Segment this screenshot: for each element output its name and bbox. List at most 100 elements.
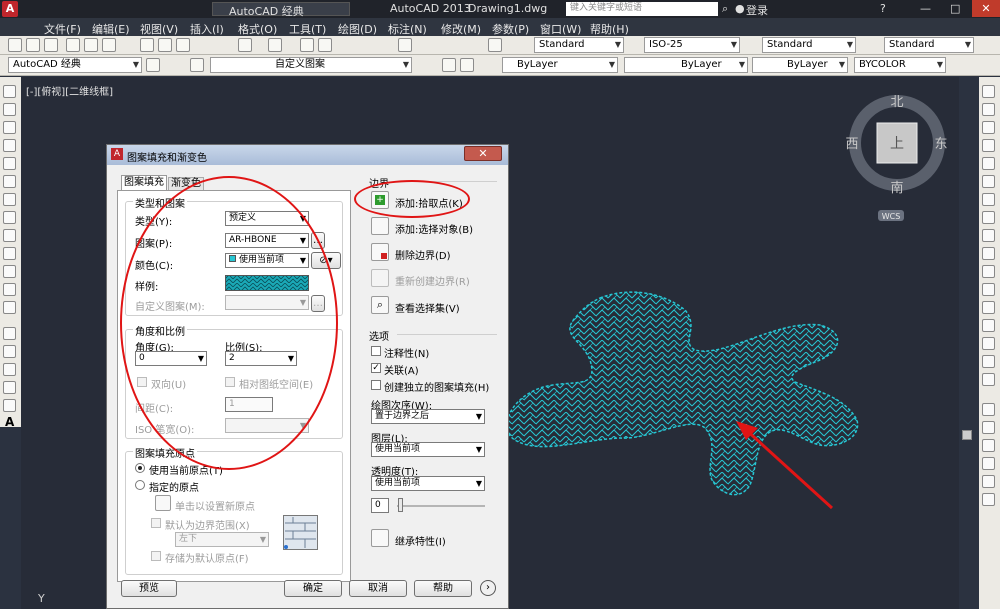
open-icon[interactable] (26, 38, 40, 52)
tab-hatch[interactable]: 图案填充 (121, 175, 167, 191)
menu-parametric[interactable]: 参数(P) (492, 21, 529, 37)
menu-modify[interactable]: 修改(M) (441, 21, 481, 37)
array-icon[interactable] (982, 157, 995, 170)
click-set-origin-icon[interactable] (155, 495, 171, 511)
make-block-icon[interactable] (3, 301, 16, 314)
plot-icon[interactable] (66, 38, 80, 52)
annotative-checkbox[interactable] (371, 346, 381, 356)
transparency-number[interactable]: 0 (371, 498, 389, 513)
blend-icon[interactable] (982, 355, 995, 368)
workspace-settings-icon[interactable] (146, 58, 160, 72)
polyline-icon[interactable] (3, 121, 16, 134)
separate-hatches-checkbox[interactable] (371, 380, 381, 390)
redo-icon[interactable] (268, 38, 282, 52)
fillet-icon[interactable] (982, 337, 995, 350)
previous-layer-icon[interactable] (460, 58, 474, 72)
dialog-title-bar[interactable]: A 图案填充和渐变色 ✕ (107, 145, 508, 165)
inherit-properties-label[interactable]: 继承特性(I) (395, 533, 446, 548)
ellipse-icon[interactable] (3, 247, 16, 260)
mtext-icon[interactable]: A (5, 415, 14, 429)
spline-icon[interactable] (3, 229, 16, 242)
polygon-icon[interactable] (3, 139, 16, 152)
transparency-select[interactable]: 使用当前项 ▼ (371, 476, 485, 491)
draworder-above-icon[interactable] (982, 439, 995, 452)
hatched-shape[interactable] (500, 280, 880, 510)
text-style-combo[interactable]: Standard ▼ (534, 37, 624, 53)
gradient-icon[interactable] (3, 363, 16, 376)
menu-format[interactable]: 格式(O) (238, 21, 277, 37)
insert-block-icon[interactable] (3, 283, 16, 296)
remove-boundary-icon[interactable] (371, 243, 389, 261)
copy-object-icon[interactable] (982, 103, 995, 116)
remove-boundary-label[interactable]: 删除边界(D) (395, 247, 451, 262)
erase-icon[interactable] (982, 85, 995, 98)
hatch-region[interactable] (506, 291, 859, 496)
more-options-icon[interactable]: › (480, 580, 496, 596)
arc-icon[interactable] (3, 175, 16, 188)
add-select-objects-icon[interactable] (371, 217, 389, 235)
table-icon[interactable] (3, 399, 16, 412)
minimize-button[interactable]: — (920, 2, 931, 15)
view-selection-icon[interactable]: ⌕ (371, 296, 389, 314)
construction-line-icon[interactable] (3, 103, 16, 116)
circle-icon[interactable] (3, 193, 16, 206)
menu-view[interactable]: 视图(V) (140, 21, 178, 37)
preview-icon[interactable] (84, 38, 98, 52)
close-button[interactable]: ✕ (972, 0, 1000, 17)
cancel-button[interactable]: 取消 (349, 580, 407, 597)
linetype-combo[interactable]: ByLayer ▼ (624, 57, 748, 73)
cut-icon[interactable] (140, 38, 154, 52)
store-default-origin-checkbox[interactable] (151, 551, 161, 561)
revision-cloud-icon[interactable] (3, 211, 16, 224)
rotate-icon[interactable] (982, 193, 995, 206)
scrollbar-handle[interactable] (962, 430, 972, 440)
move-icon[interactable] (982, 175, 995, 188)
plotstyle-combo[interactable]: BYCOLOR ▼ (854, 57, 946, 73)
draworder-back-icon[interactable] (982, 421, 995, 434)
mleader-style-combo[interactable]: Standard ▼ (884, 37, 974, 53)
color-combo[interactable]: ByLayer ▼ (502, 57, 618, 73)
menu-insert[interactable]: 插入(I) (190, 21, 224, 37)
pan-icon[interactable] (300, 38, 314, 52)
dialog-close-button[interactable]: ✕ (464, 146, 502, 161)
match-layer-icon[interactable] (442, 58, 456, 72)
line-icon[interactable] (3, 85, 16, 98)
compass-north[interactable]: 北 (890, 95, 903, 110)
associative-checkbox[interactable]: ✓ (371, 363, 381, 373)
layer-properties-icon[interactable] (190, 58, 204, 72)
default-boundary-checkbox[interactable] (151, 518, 161, 528)
extend-icon[interactable] (982, 265, 995, 278)
view-selection-label[interactable]: 查看选择集(V) (395, 300, 460, 315)
inherit-properties-icon[interactable] (371, 529, 389, 547)
save-icon[interactable] (44, 38, 58, 52)
region-icon[interactable] (3, 381, 16, 394)
text-front-icon[interactable] (982, 475, 995, 488)
compass-east[interactable]: 东 (934, 137, 947, 152)
search-input[interactable]: 键入关键字或短语 (566, 2, 718, 16)
viewcube[interactable]: 上 北 南 西 东 WCS (842, 88, 952, 238)
hatch-back-icon[interactable] (982, 493, 995, 506)
new-icon[interactable] (8, 38, 22, 52)
draworder-under-icon[interactable] (982, 457, 995, 470)
publish-icon[interactable] (102, 38, 116, 52)
ok-button[interactable]: 确定 (284, 580, 342, 597)
scale-icon[interactable] (982, 211, 995, 224)
menu-dimension[interactable]: 标注(N) (388, 21, 427, 37)
mirror-icon[interactable] (982, 121, 995, 134)
workspace-toolbar-combo[interactable]: AutoCAD 经典 ▼ (8, 57, 142, 73)
login-link[interactable]: 登录 (746, 2, 768, 18)
recreate-boundary-icon[interactable] (371, 269, 389, 287)
menu-help[interactable]: 帮助(H) (590, 21, 629, 37)
dim-style-combo[interactable]: ISO-25 ▼ (644, 37, 740, 53)
stretch-icon[interactable] (982, 229, 995, 242)
undo-icon[interactable] (238, 38, 252, 52)
zoom-icon[interactable] (318, 38, 332, 52)
properties-icon[interactable] (398, 38, 412, 52)
autocad-logo-icon[interactable]: A (2, 1, 18, 17)
hatch-icon[interactable] (3, 345, 16, 358)
viewport-label[interactable]: [-][俯视][二维线框] (26, 83, 113, 98)
compass-west[interactable]: 西 (845, 137, 858, 152)
copy-icon[interactable] (158, 38, 172, 52)
explode-icon[interactable] (982, 373, 995, 386)
help-button[interactable]: 帮助 (414, 580, 472, 597)
